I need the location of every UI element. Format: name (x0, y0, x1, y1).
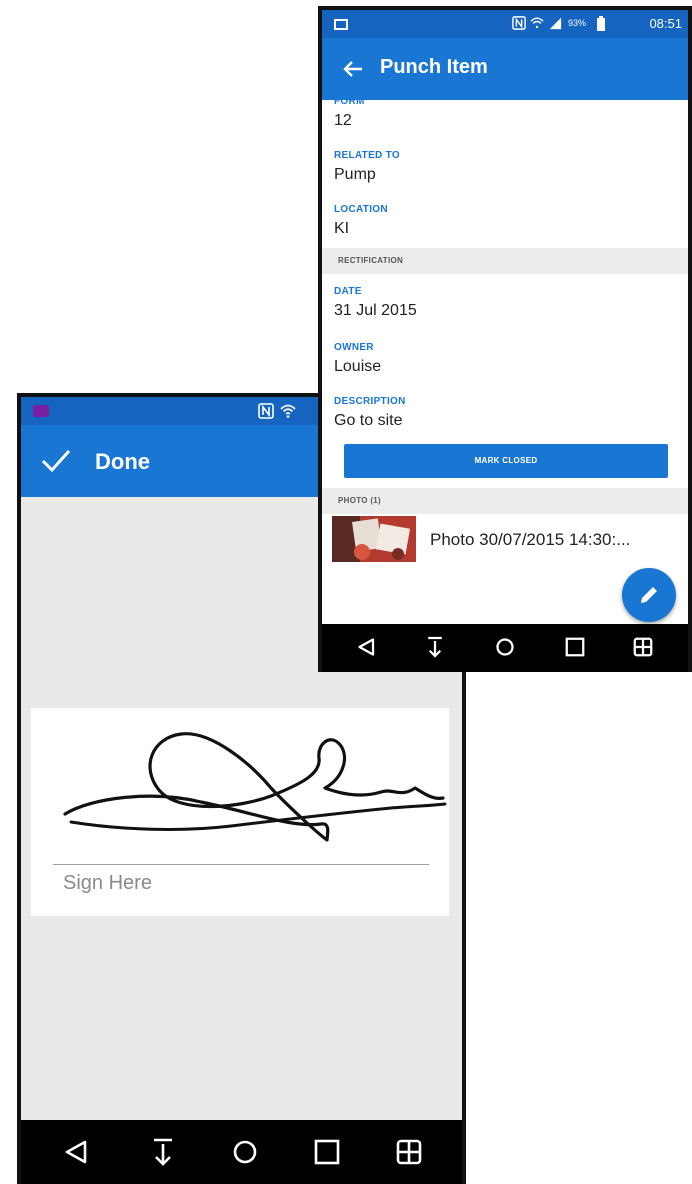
signal-icon (546, 16, 564, 32)
checkmark-icon[interactable] (39, 443, 73, 477)
mark-closed-label: MARK CLOSED (474, 456, 538, 465)
field-value: 31 Jul 2015 (334, 302, 417, 319)
grid-icon[interactable] (389, 1132, 429, 1172)
edit-pencil-icon (641, 587, 657, 603)
signature-baseline (53, 864, 429, 865)
edit-button[interactable] (622, 568, 676, 622)
field-form: FORM 12 (334, 100, 365, 131)
field-value: Pump (334, 166, 376, 183)
recents-icon[interactable] (307, 1132, 347, 1172)
clock: 08:51 (649, 16, 682, 31)
field-label: DATE (334, 286, 362, 297)
field-owner: OWNER Louise (334, 342, 381, 377)
field-value: KI (334, 220, 350, 237)
navigation-bar (21, 1120, 462, 1184)
field-label: RELATED TO (334, 150, 400, 161)
field-related-to: RELATED TO Pump (334, 150, 400, 185)
app-bar: Punch Item (322, 38, 688, 100)
field-label: DESCRIPTION (334, 396, 406, 407)
battery-icon (596, 16, 606, 32)
back-icon[interactable] (352, 632, 382, 662)
signature-pad[interactable]: Sign Here (31, 708, 449, 916)
back-icon[interactable] (57, 1132, 97, 1172)
field-value: Go to site (334, 412, 403, 429)
signature-stroke (63, 732, 447, 842)
nfc-icon (510, 16, 528, 32)
section-title: PHOTO (1) (338, 496, 382, 505)
field-label: OWNER (334, 342, 374, 353)
wifi-icon (279, 403, 297, 419)
photo-name: Photo 30/07/2015 14:30:... (430, 530, 631, 549)
punch-item-details: FORM 12 RELATED TO Pump LOCATION KI RECT… (322, 100, 688, 624)
download-icon[interactable] (420, 632, 450, 662)
home-icon[interactable] (490, 632, 520, 662)
page-title: Punch Item (380, 56, 488, 78)
field-label: LOCATION (334, 204, 388, 215)
status-bar: 93% 08:51 (322, 10, 688, 38)
mark-closed-button[interactable]: MARK CLOSED (344, 444, 668, 478)
field-date: DATE 31 Jul 2015 (334, 286, 417, 321)
wifi-icon (528, 16, 546, 32)
download-icon[interactable] (143, 1132, 183, 1172)
grid-icon[interactable] (628, 632, 658, 662)
nfc-icon (257, 403, 275, 419)
arrow-left-icon[interactable] (342, 58, 364, 80)
field-description: DESCRIPTION Go to site (334, 396, 406, 431)
field-location: LOCATION KI (334, 204, 388, 239)
done-button[interactable]: Done (95, 449, 150, 475)
navigation-bar (322, 624, 688, 672)
image-icon (334, 19, 348, 30)
field-value: 12 (334, 112, 352, 129)
section-header-rectification: RECTIFICATION (322, 248, 688, 274)
recents-icon[interactable] (560, 632, 590, 662)
app-badge-icon (33, 405, 49, 417)
field-value: Louise (334, 358, 382, 375)
photo-thumbnail[interactable] (332, 516, 416, 562)
section-title: RECTIFICATION (338, 256, 404, 265)
home-icon[interactable] (225, 1132, 265, 1172)
photo-list-item[interactable]: Photo 30/07/2015 14:30:... (322, 510, 688, 570)
sign-here-hint: Sign Here (63, 872, 152, 894)
punch-item-phone: 93% 08:51 Punch Item FORM 12 RELATED TO … (318, 6, 692, 672)
field-label: FORM (334, 100, 365, 107)
battery-percent: 93% (568, 18, 587, 28)
